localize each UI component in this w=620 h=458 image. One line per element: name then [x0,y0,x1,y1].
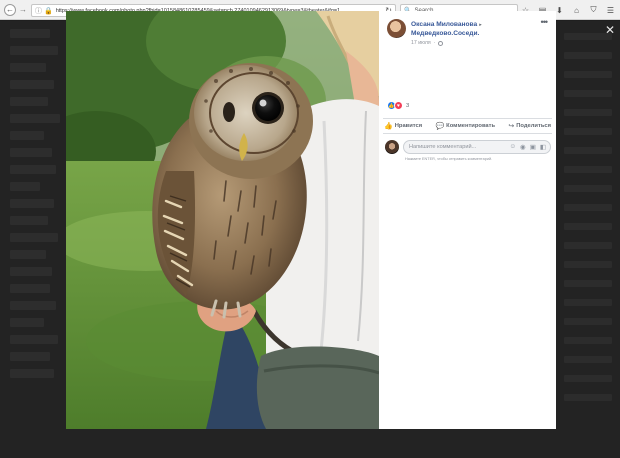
more-options-icon[interactable]: ••• [541,17,549,27]
home-icon[interactable]: ⌂ [571,4,582,16]
gif-icon[interactable]: ▣ [530,143,536,151]
dimmed-right-column [556,21,620,458]
post-date[interactable]: 17 июля [411,40,431,46]
comment-box[interactable]: ☺ ◉ ▣ ◧ [403,140,551,154]
menu-icon[interactable]: ☰ [605,4,616,16]
comment-button[interactable]: 💬 Комментировать [435,122,495,130]
post-photo[interactable] [66,11,379,429]
thumbs-up-icon: 👍 [384,123,393,130]
author-header: Оксана Милованова ▸ [411,21,531,28]
globe-icon [438,40,444,46]
share-icon: ↪ [508,123,515,130]
comment-hint: Нажмите ENTER, чтобы отправить комментар… [405,157,493,161]
post-action-bar: 👍 Нравится 💬 Комментировать ↪ Поделиться [383,118,552,134]
emoji-icon[interactable]: ☺ [509,143,516,151]
dimmed-left-sidebar [0,21,66,458]
arrow-right-icon: ▸ [479,22,482,28]
viewer-avatar [385,140,399,154]
love-reaction-icon: ♥ [394,101,403,110]
like-button[interactable]: 👍 Нравится [384,122,422,130]
group-name[interactable]: Медведково.Соседи. [411,30,479,37]
post-meta: 17 июля · [411,40,444,46]
post-side-panel: Оксана Милованова ▸ Медведково.Соседи. 17… [379,11,556,429]
like-label: Нравится [394,123,423,129]
comment-label: Комментировать [446,123,496,129]
info-icon[interactable]: ⓘ [35,6,42,16]
share-label: Поделиться [516,123,551,129]
comment-icon: 💬 [435,123,445,130]
pocket-icon[interactable]: ⛉ [588,4,599,16]
lock-icon: 🔒 [44,7,53,15]
reaction-count: 3 [406,102,410,109]
author-name[interactable]: Оксана Милованова [411,21,477,28]
sticker-icon[interactable]: ◧ [540,143,546,151]
share-button[interactable]: ↪ Поделиться [508,122,551,130]
close-icon[interactable]: ✕ [605,24,615,36]
comment-input[interactable] [409,144,493,150]
composer-icons: ☺ ◉ ▣ ◧ [509,143,546,151]
back-button[interactable]: ← [4,3,16,16]
author-avatar[interactable] [387,19,406,38]
forward-button[interactable]: → [17,4,29,16]
camera-icon[interactable]: ◉ [520,143,526,151]
reactions-summary[interactable]: 👍 ♥ 3 [387,101,409,110]
